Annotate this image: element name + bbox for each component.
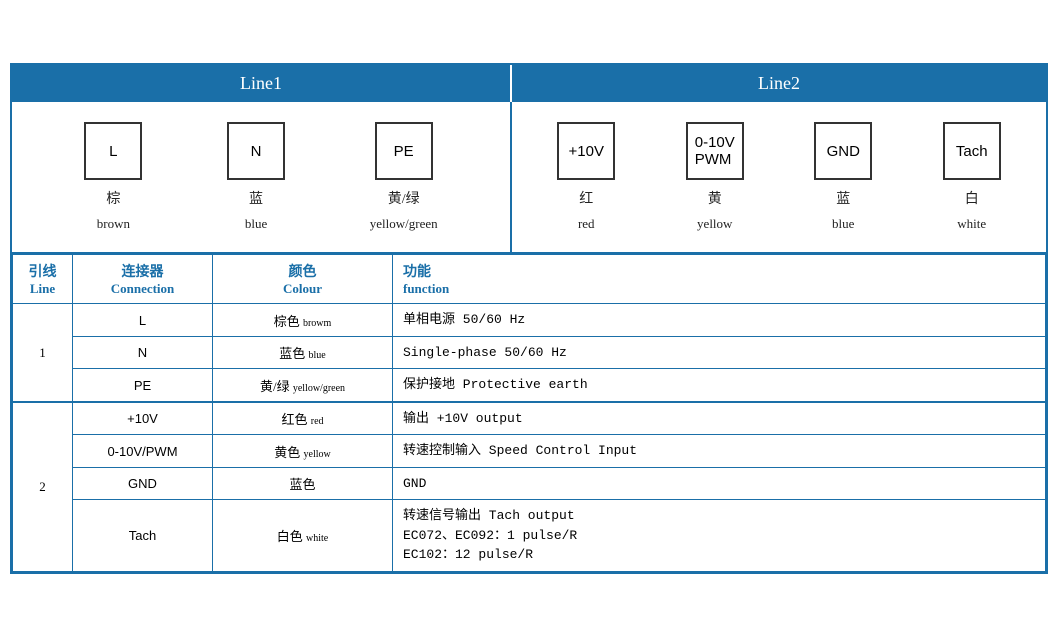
table-body: 1L棕色 browm单相电源 50/60 HzN蓝色 blueSingle-ph… bbox=[13, 304, 1046, 572]
connector-label-en: blue bbox=[245, 216, 267, 232]
table-row: 0-10V/PWM黄色 yellow转速控制输入 Speed Control I… bbox=[13, 435, 1046, 468]
connector-item: Tach 白 white bbox=[943, 122, 1001, 232]
row-colour: 蓝色 bbox=[213, 467, 393, 500]
main-container: Line1 Line2 L棕brownN蓝bluePE黄/绿yellow/gre… bbox=[10, 63, 1048, 574]
connector-box: Tach bbox=[943, 122, 1001, 180]
header-conn: 连接器 Connection bbox=[73, 255, 213, 304]
row-colour: 黄色 yellow bbox=[213, 435, 393, 468]
table-row: 2+10V红色 red输出 +10V output bbox=[13, 402, 1046, 435]
connector-item: N蓝 blue bbox=[227, 122, 285, 232]
row-function: 输出 +10V output bbox=[393, 402, 1046, 435]
table-row: N蓝色 blueSingle-phase 50/60 Hz bbox=[13, 336, 1046, 369]
row-function: 转速控制输入 Speed Control Input bbox=[393, 435, 1046, 468]
row-function: GND bbox=[393, 467, 1046, 500]
connector-box: L bbox=[84, 122, 142, 180]
row-connection: PE bbox=[73, 369, 213, 402]
connector-label-en: yellow bbox=[697, 216, 732, 232]
row-colour: 蓝色 blue bbox=[213, 336, 393, 369]
connector-label-zh: 棕 bbox=[106, 188, 120, 208]
header-func: 功能 function bbox=[393, 255, 1046, 304]
connector-item: L棕 brown bbox=[84, 122, 142, 232]
connector-label-en: brown bbox=[97, 216, 130, 232]
row-function: 转速信号输出 Tach outputEC072、EC092：1 pulse/RE… bbox=[393, 500, 1046, 572]
table-row: 1L棕色 browm单相电源 50/60 Hz bbox=[13, 304, 1046, 337]
row-colour: 白色 white bbox=[213, 500, 393, 572]
connector-box: PE bbox=[375, 122, 433, 180]
row-connection: L bbox=[73, 304, 213, 337]
connector-box: +10V bbox=[557, 122, 615, 180]
row-function: 单相电源 50/60 Hz bbox=[393, 304, 1046, 337]
header-row: Line1 Line2 bbox=[12, 65, 1046, 102]
row-function: Single-phase 50/60 Hz bbox=[393, 336, 1046, 369]
connector-item: +10V 红 red bbox=[557, 122, 615, 232]
connector-box: GND bbox=[814, 122, 872, 180]
row-group-number: 1 bbox=[13, 304, 73, 402]
table-header-row: 引线 Line 连接器 Connection 颜色 Colour 功能 func… bbox=[13, 255, 1046, 304]
row-connection: Tach bbox=[73, 500, 213, 572]
connector-label-en: blue bbox=[832, 216, 854, 232]
row-group-number: 2 bbox=[13, 402, 73, 572]
connector-box: 0-10VPWM bbox=[686, 122, 744, 180]
row-connection: +10V bbox=[73, 402, 213, 435]
connector-item: GND 蓝 blue bbox=[814, 122, 872, 232]
connector-label-zh: 黄 bbox=[708, 188, 722, 208]
header-line: 引线 Line bbox=[13, 255, 73, 304]
row-function: 保护接地 Protective earth bbox=[393, 369, 1046, 402]
connector-label-zh: 蓝 bbox=[249, 188, 263, 208]
header-colour: 颜色 Colour bbox=[213, 255, 393, 304]
header-line1: Line1 bbox=[12, 65, 512, 102]
header-line2: Line2 bbox=[512, 65, 1046, 102]
info-table: 引线 Line 连接器 Connection 颜色 Colour 功能 func… bbox=[12, 254, 1046, 572]
diagram-row: L棕brownN蓝bluePE黄/绿yellow/green +10V红red0… bbox=[12, 102, 1046, 254]
connector-item: 0-10VPWM 黄 yellow bbox=[686, 122, 744, 232]
connector-label-en: yellow/green bbox=[370, 216, 438, 232]
connector-box: N bbox=[227, 122, 285, 180]
connector-label-en: white bbox=[957, 216, 986, 232]
table-row: Tach白色 white转速信号输出 Tach outputEC072、EC09… bbox=[13, 500, 1046, 572]
row-colour: 棕色 browm bbox=[213, 304, 393, 337]
table-row: PE黄/绿 yellow/green保护接地 Protective earth bbox=[13, 369, 1046, 402]
diagram-line2: +10V 红 red 0-10VPWM 黄 yellow GND 蓝 blue Tach 白 whit… bbox=[512, 102, 1046, 252]
connector-label-en: red bbox=[578, 216, 595, 232]
row-connection: 0-10V/PWM bbox=[73, 435, 213, 468]
row-connection: N bbox=[73, 336, 213, 369]
row-connection: GND bbox=[73, 467, 213, 500]
row-colour: 黄/绿 yellow/green bbox=[213, 369, 393, 402]
connector-item: PE 黄/绿 yellow/green bbox=[370, 122, 438, 232]
connector-label-zh: 蓝 bbox=[836, 188, 850, 208]
row-colour: 红色 red bbox=[213, 402, 393, 435]
table-row: GND蓝色GND bbox=[13, 467, 1046, 500]
connector-label-zh: 红 bbox=[579, 188, 593, 208]
connector-label-zh: 白 bbox=[965, 188, 979, 208]
connector-label-zh: 黄/绿 bbox=[388, 188, 420, 208]
diagram-line1: L棕 brown N蓝 blue PE 黄/绿 yellow/green bbox=[12, 102, 512, 252]
